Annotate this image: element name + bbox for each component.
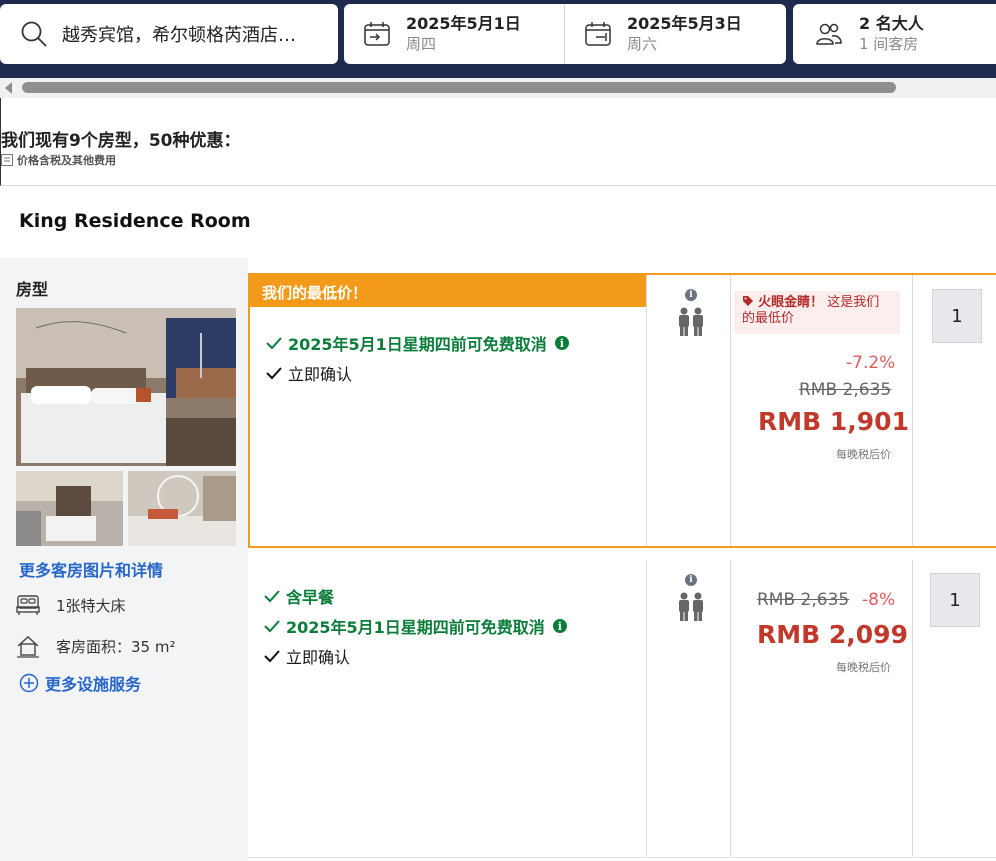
instant-confirm-condition: 立即确认 [266,361,352,385]
search-bar: 越秀宾馆，希尔顿格芮酒店，广州 2025年5月1日 周四 2025年5月3日 周… [0,0,996,78]
info-icon[interactable]: i [685,289,697,301]
person-icon [679,307,703,336]
room-info-panel: 房型 更多客房图片和详情 1张特大床 客房面积：35 m² 更多设施服务 [0,258,248,861]
info-icon[interactable]: i [554,336,569,350]
checkin-date: 2025年5月1日 [406,14,521,33]
divider [730,275,731,546]
breakfast-condition: 含早餐 [264,584,334,608]
check-icon [264,650,280,663]
scroll-thumb[interactable] [22,82,896,93]
tax-note-text: 价格含税及其他费用 [17,154,116,167]
checkout-date: 2025年5月3日 [627,14,742,33]
info-icon[interactable]: i [685,574,697,586]
per-night-note: 每晚税后价 [836,448,891,461]
room-name: King Residence Room [19,210,251,232]
destination-field[interactable]: 越秀宾馆，希尔顿格芮酒店，广州 [0,4,338,64]
search-icon [21,21,47,47]
plus-circle-icon [19,673,39,693]
room-photo-main[interactable] [16,308,236,466]
info-icon[interactable]: i [552,619,567,633]
more-facilities-link[interactable]: 更多设施服务 [19,671,141,695]
date-range-field: 2025年5月1日 周四 2025年5月3日 周六 [344,4,786,64]
original-price: RMB 2,635 [757,590,850,610]
divider [646,275,647,546]
room-quantity-select[interactable]: 1 [930,573,980,627]
deal-badge: 火眼金睛！ 这是我们的最低价 [734,291,900,334]
summary-title: 我们现有9个房型，50种优惠： [1,131,241,151]
more-room-photos-link[interactable]: 更多客房图片和详情 [19,557,163,581]
final-price: RMB 1,901 [758,407,909,436]
divider [912,275,913,546]
room-quantity-select[interactable]: 1 [932,289,982,343]
guests-field[interactable]: 2 名大人 1 间客房 [793,4,996,64]
area-icon [17,636,39,658]
scroll-left-icon[interactable] [5,82,12,94]
calendar-out-icon [585,22,611,46]
bed-info: 1张特大床 [16,594,126,616]
room-photo-thumb-2[interactable] [128,471,236,546]
occupancy[interactable]: i [674,289,708,341]
offer-row: 我们的最低价！ 2025年5月1日星期四前可免费取消 i 立即确认 i 火眼金睛… [248,273,996,548]
tag-icon [743,296,753,306]
check-icon [266,337,282,350]
tax-icon [1,154,13,166]
deal-title: 火眼金睛！ [758,295,824,310]
checkout-weekday: 周六 [627,35,658,53]
destination-text: 越秀宾馆，希尔顿格芮酒店，广州 [62,25,307,46]
checkout-field[interactable]: 2025年5月3日 周六 [564,4,786,64]
offers-summary: 我们现有9个房型，50种优惠： 价格含税及其他费用 [0,98,996,186]
divider [646,560,647,857]
area-text: 客房面积：35 m² [56,637,176,656]
free-cancel-condition: 2025年5月1日星期四前可免费取消 i [264,614,567,638]
more-facilities-text: 更多设施服务 [45,675,142,694]
occupancy[interactable]: i [674,574,708,626]
discount-percent: -7.2% [846,353,896,373]
checkin-weekday: 周四 [406,35,437,53]
horizontal-scrollbar[interactable] [0,78,996,98]
offer-row: 含早餐 2025年5月1日星期四前可免费取消 i 立即确认 i RMB 2,63… [248,560,996,858]
discount-percent: -8% [862,590,896,610]
bed-text: 1张特大床 [56,596,126,615]
rooms-count: 1 间客房 [859,35,919,53]
calendar-in-icon [364,22,390,46]
tax-note: 价格含税及其他费用 [1,152,116,168]
room-photo-thumb-1[interactable] [16,471,123,546]
checkin-field[interactable]: 2025年5月1日 周四 [344,4,564,64]
person-icon [679,592,703,621]
free-cancel-condition: 2025年5月1日星期四前可免费取消 i [266,331,569,355]
original-price: RMB 2,635 [799,380,892,400]
guests-count: 2 名大人 [859,14,924,33]
instant-confirm-condition: 立即确认 [264,644,350,668]
bed-icon [16,595,40,615]
check-icon [264,620,280,633]
final-price: RMB 2,099 [757,620,908,649]
divider [912,560,913,857]
guests-icon [816,23,842,45]
check-icon [264,590,280,603]
area-info: 客房面积：35 m² [16,634,175,658]
check-icon [266,367,282,380]
per-night-note: 每晚税后价 [836,661,891,674]
room-type-label: 房型 [16,280,49,299]
divider [730,560,731,857]
lowest-price-banner: 我们的最低价！ [250,275,646,307]
